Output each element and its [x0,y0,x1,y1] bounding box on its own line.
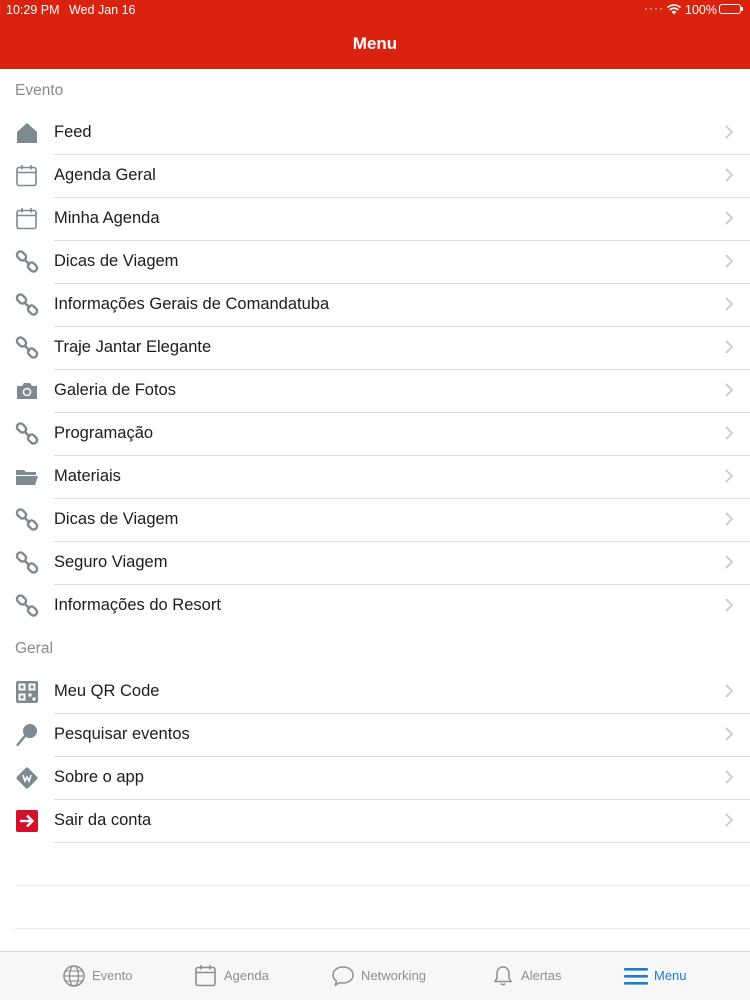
menu-item-sair-da-conta[interactable]: Sair da conta [0,799,750,842]
link-icon [15,508,39,532]
logout-icon [15,809,39,833]
tab-label: Alertas [521,968,562,983]
menu-item-label: Seguro Viagem [54,553,168,571]
globe-icon [62,964,86,988]
menu-item-pesquisar-eventos[interactable]: Pesquisar eventos [0,713,750,756]
link-icon [15,551,39,575]
camera-icon [15,379,39,403]
menu-item-feed[interactable]: Feed [0,111,750,154]
page-title: Menu [352,34,398,53]
tab-label: Menu [654,968,687,983]
chat-bubble-icon [331,964,355,988]
chevron-right-icon [722,168,736,182]
menu-item-meu-qr-code[interactable]: Meu QR Code [0,670,750,713]
divider [15,928,750,929]
link-icon [15,336,39,360]
chevron-right-icon [722,512,736,526]
signal-dots-icon: ···· [644,1,664,15]
calendar-icon [194,964,218,988]
menu-item-label: Informações do Resort [54,596,221,614]
menu-item-label: Galeria de Fotos [54,381,176,399]
menu-item-label: Materiais [54,467,121,485]
home-icon [15,121,39,145]
menu-item-galeria-de-fotos[interactable]: Galeria de Fotos [0,369,750,412]
menu-item-label: Agenda Geral [54,166,156,184]
section-header-geral: Geral [15,640,53,657]
chevron-right-icon [722,211,736,225]
menu-item-dicas-de-viagem-2[interactable]: Dicas de Viagem [0,498,750,541]
divider [54,842,750,843]
menu-item-label: Programação [54,424,154,442]
wifi-icon [666,3,682,18]
calendar-icon [15,207,39,231]
link-icon [15,293,39,317]
menu-item-seguro-viagem[interactable]: Seguro Viagem [0,541,750,584]
menu-item-minha-agenda[interactable]: Minha Agenda [0,197,750,240]
menu-item-informacoes-do-resort[interactable]: Informações do Resort [0,584,750,627]
chevron-right-icon [722,555,736,569]
menu-item-dicas-de-viagem[interactable]: Dicas de Viagem [0,240,750,283]
menu-item-traje-jantar[interactable]: Traje Jantar Elegante [0,326,750,369]
menu-item-label: Dicas de Viagem [54,252,179,270]
chevron-right-icon [722,598,736,612]
status-time: 10:29 PM [6,3,60,17]
chevron-right-icon [722,813,736,827]
top-bar: 10:29 PM Wed Jan 16 ···· 100% Menu [0,0,750,69]
hamburger-menu-icon [623,964,648,988]
link-icon [15,250,39,274]
menu-item-materiais[interactable]: Materiais [0,455,750,498]
menu-item-label: Informações Gerais de Comandatuba [54,295,330,313]
battery-percent: 100% [685,3,717,17]
battery-icon [719,4,743,14]
chevron-right-icon [722,340,736,354]
menu-item-informacoes-gerais[interactable]: Informações Gerais de Comandatuba [0,283,750,326]
menu-item-sobre-o-app[interactable]: Sobre o app [0,756,750,799]
menu-item-programacao[interactable]: Programação [0,412,750,455]
chevron-right-icon [722,727,736,741]
menu-item-label: Minha Agenda [54,209,160,227]
chevron-right-icon [722,297,736,311]
search-pin-icon [15,723,39,747]
status-date: Wed Jan 16 [69,3,136,17]
tab-label: Agenda [224,968,269,983]
link-icon [15,594,39,618]
menu-item-label: Traje Jantar Elegante [54,338,212,356]
chevron-right-icon [722,125,736,139]
qr-code-icon [15,680,39,704]
divider [15,885,750,886]
chevron-right-icon [722,684,736,698]
menu-item-label: Meu QR Code [54,682,160,700]
chevron-right-icon [722,469,736,483]
chevron-right-icon [722,426,736,440]
bell-icon [491,964,515,988]
info-badge-icon [15,766,39,790]
tab-label: Evento [92,968,133,983]
status-bar: 10:29 PM Wed Jan 16 ···· 100% [0,0,750,20]
chevron-right-icon [722,254,736,268]
calendar-icon [15,164,39,188]
folder-icon [15,465,39,489]
section-header-evento: Evento [15,82,64,99]
tab-bar: Evento Agenda Networking Alertas Menu [0,951,750,1000]
menu-item-label: Feed [54,123,92,141]
menu-item-label: Dicas de Viagem [54,510,179,528]
link-icon [15,422,39,446]
chevron-right-icon [722,770,736,784]
tab-label: Networking [361,968,427,983]
chevron-right-icon [722,383,736,397]
menu-item-label: Sobre o app [54,768,144,786]
menu-item-agenda-geral[interactable]: Agenda Geral [0,154,750,197]
menu-item-label: Sair da conta [54,811,152,829]
menu-item-label: Pesquisar eventos [54,725,190,743]
